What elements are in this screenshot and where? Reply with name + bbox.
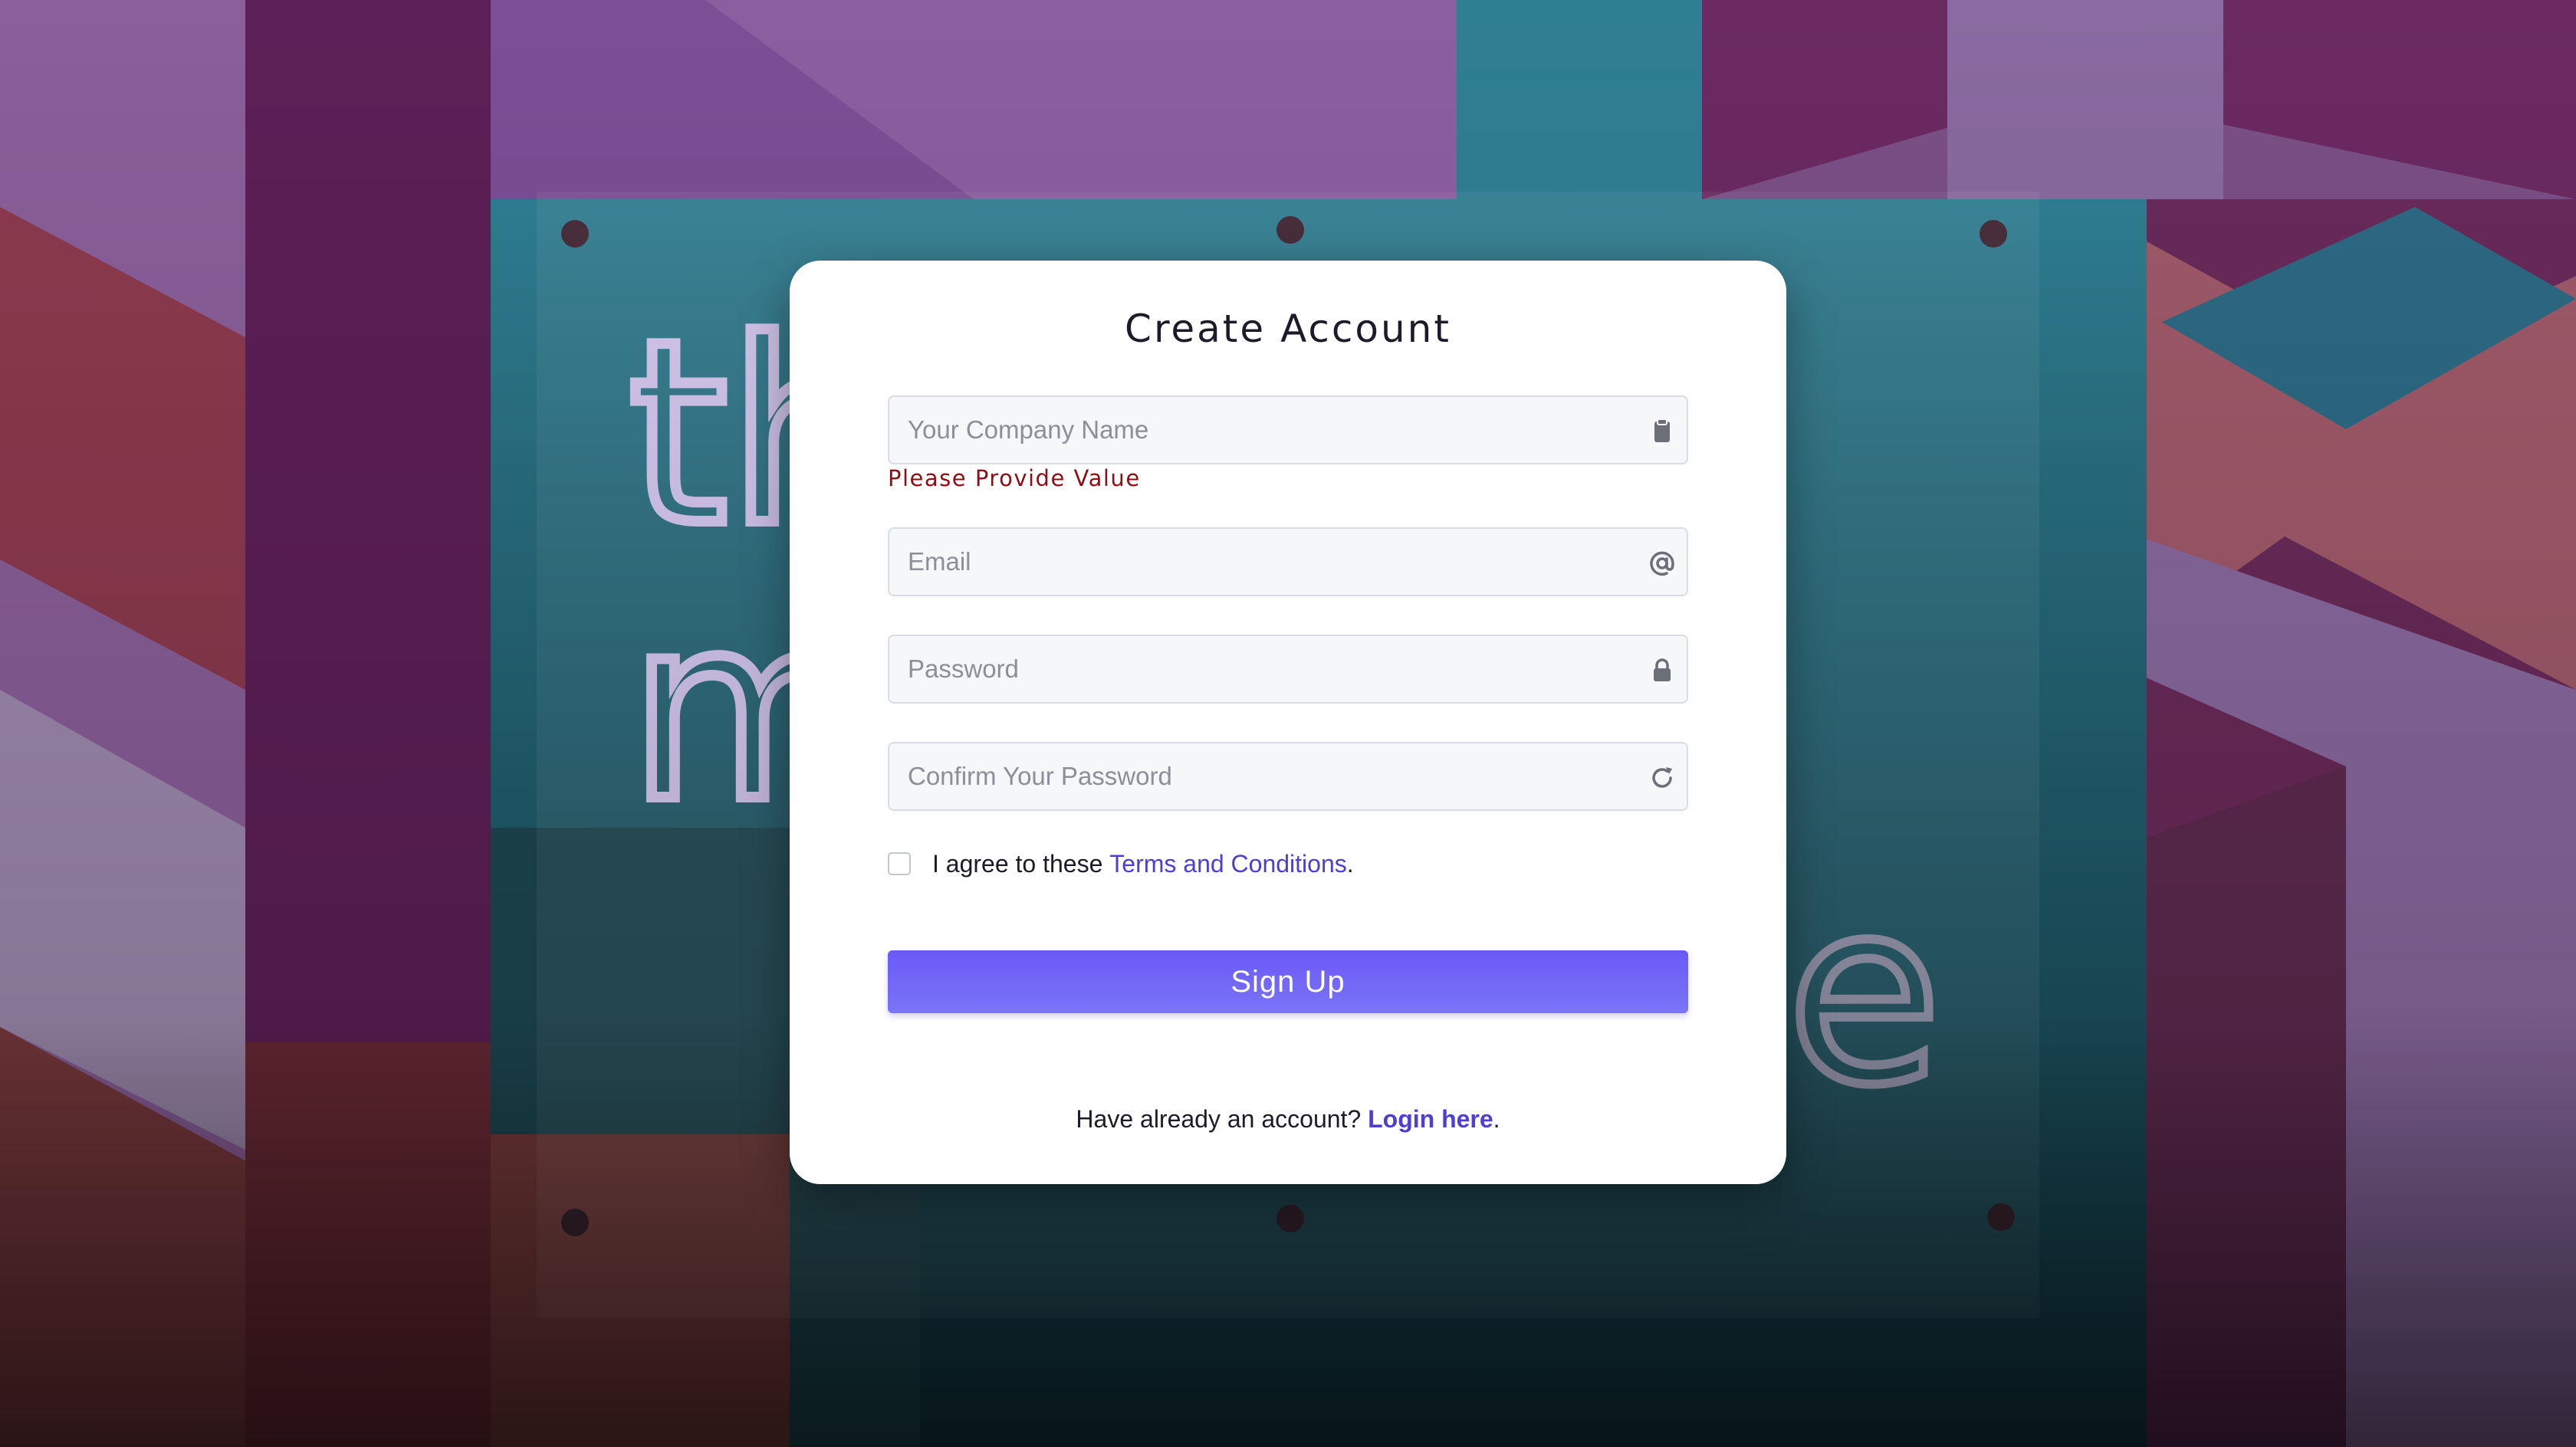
login-prompt-text: Have already an account?: [1076, 1105, 1362, 1133]
terms-link[interactable]: Terms and Conditions: [1109, 850, 1346, 878]
terms-period: .: [1346, 849, 1354, 878]
at-sign-icon: [1650, 551, 1674, 576]
signup-card: Create Account Please Provide Value I ag…: [790, 261, 1786, 1184]
confirm-password-input[interactable]: [889, 743, 1687, 809]
login-link[interactable]: Login here: [1368, 1105, 1493, 1133]
company-name-input[interactable]: [889, 397, 1687, 463]
login-prompt: Have already an account? Login here.: [790, 1105, 1786, 1134]
sign-up-button[interactable]: Sign Up: [888, 950, 1688, 1013]
confirm-password-field[interactable]: [888, 742, 1688, 811]
refresh-icon: [1652, 767, 1672, 788]
clipboard-icon: [1654, 418, 1670, 442]
company-name-error: Please Provide Value: [888, 465, 1141, 491]
terms-agreement: I agree to these Terms and Conditions.: [888, 847, 1354, 881]
terms-text: I agree to these: [932, 849, 1103, 878]
password-field[interactable]: [888, 635, 1688, 704]
login-prompt-period: .: [1493, 1105, 1500, 1133]
terms-checkbox[interactable]: [888, 852, 911, 875]
password-input[interactable]: [889, 636, 1687, 702]
page-title: Create Account: [1125, 307, 1451, 351]
company-name-field[interactable]: [888, 395, 1688, 464]
email-field[interactable]: [888, 527, 1688, 596]
lock-icon: [1654, 658, 1671, 681]
email-input[interactable]: [889, 529, 1687, 595]
